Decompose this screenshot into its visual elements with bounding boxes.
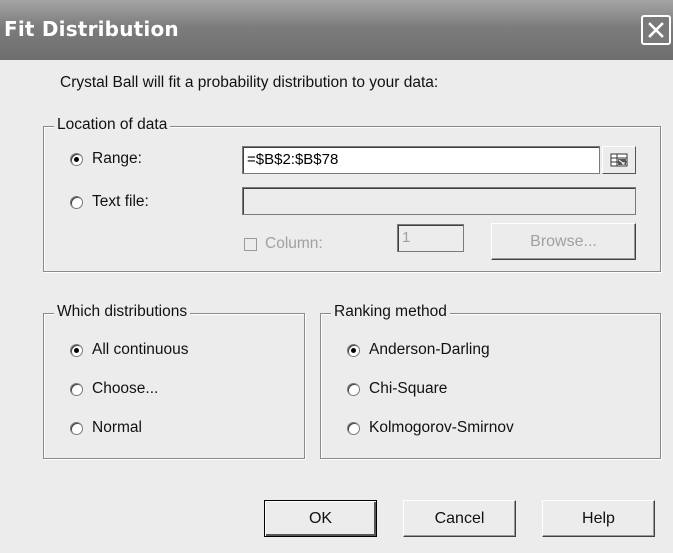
distribution-option[interactable]: Normal <box>70 419 142 437</box>
distribution-radio-button[interactable] <box>70 382 83 396</box>
ranking-option-label: Kolmogorov-Smirnov <box>369 419 514 436</box>
range-label: Range: <box>92 150 142 167</box>
help-button[interactable]: Help <box>542 500 655 537</box>
close-icon <box>648 22 664 38</box>
ranking-option[interactable]: Kolmogorov-Smirnov <box>347 419 514 437</box>
ranking-option[interactable]: Anderson-Darling <box>347 341 490 359</box>
column-label: Column: <box>265 235 323 252</box>
cancel-button[interactable]: Cancel <box>403 500 516 537</box>
range-selector-button[interactable] <box>602 146 636 174</box>
range-input[interactable]: =$B$2:$B$78 <box>242 146 600 174</box>
column-checkbox[interactable]: Column: <box>244 235 323 253</box>
range-radio[interactable]: Range: <box>70 150 142 168</box>
window-title: Fit Distribution <box>4 17 179 41</box>
ranking-method-legend: Ranking method <box>331 303 450 321</box>
ranking-radio-button[interactable] <box>347 343 360 357</box>
range-radio-button[interactable] <box>70 152 83 166</box>
text-file-label: Text file: <box>92 193 149 210</box>
distribution-option-label: Choose... <box>92 380 159 397</box>
text-file-input[interactable] <box>242 187 636 215</box>
ranking-radio-button[interactable] <box>347 382 360 396</box>
distribution-radio-button[interactable] <box>70 343 83 357</box>
distribution-option[interactable]: All continuous <box>70 341 189 359</box>
distribution-option-label: All continuous <box>92 341 189 358</box>
cell-reference-icon <box>610 153 628 167</box>
column-input[interactable]: 1 <box>397 224 464 252</box>
ranking-option-label: Chi-Square <box>369 380 448 397</box>
ok-button[interactable]: OK <box>264 500 377 537</box>
which-distributions-legend: Which distributions <box>54 303 191 321</box>
text-file-radio[interactable]: Text file: <box>70 193 149 211</box>
distribution-radio-button[interactable] <box>70 421 83 435</box>
title-bar: Fit Distribution <box>0 0 673 60</box>
column-checkbox-box[interactable] <box>244 237 257 251</box>
text-file-radio-button[interactable] <box>70 195 83 209</box>
distribution-option[interactable]: Choose... <box>70 380 158 398</box>
ranking-radio-button[interactable] <box>347 421 360 435</box>
close-button[interactable] <box>641 15 671 45</box>
ranking-option-label: Anderson-Darling <box>369 341 490 358</box>
browse-button[interactable]: Browse... <box>491 223 636 260</box>
ranking-option[interactable]: Chi-Square <box>347 380 447 398</box>
distribution-option-label: Normal <box>92 419 142 436</box>
intro-text: Crystal Ball will fit a probability dist… <box>60 74 439 91</box>
fit-distribution-dialog: Fit Distribution Crystal Ball will fit a… <box>0 0 673 553</box>
location-of-data-legend: Location of data <box>54 116 171 134</box>
